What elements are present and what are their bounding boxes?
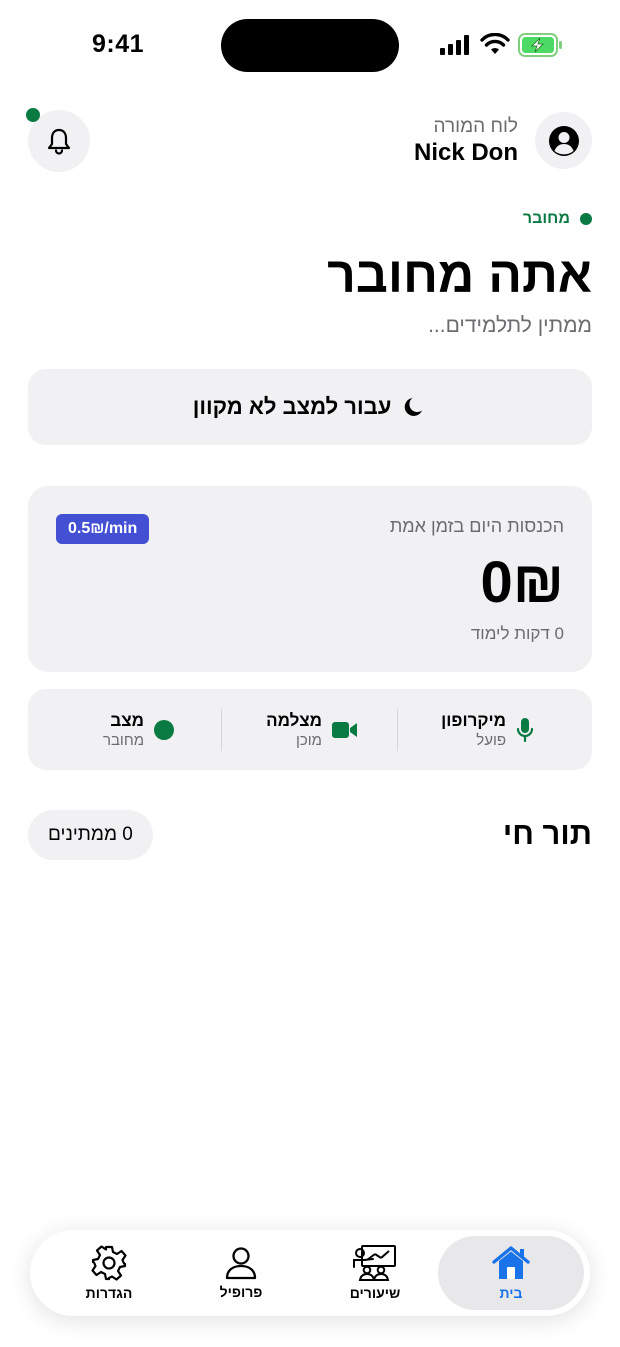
earnings-title: הכנסות היום בזמן אמת (389, 516, 564, 536)
rate-badge: 0.5₪/min (56, 514, 150, 544)
classroom-icon (353, 1245, 396, 1281)
device-state: מחובר (102, 731, 144, 749)
waiting-count-badge: 0 ממתינים (28, 810, 153, 860)
header-text: לוח המורה Nick Don (414, 116, 518, 168)
nav-settings[interactable]: הגדרות (42, 1236, 176, 1310)
nav-label: הגדרות (85, 1285, 133, 1301)
nav-profile[interactable]: פרופיל (174, 1236, 308, 1310)
device-status: מצב מחובר (103, 689, 174, 770)
nav-label: פרופיל (219, 1284, 263, 1300)
waiting-text: ממתין לתלמידים... (428, 314, 592, 337)
notification-dot (26, 108, 40, 122)
battery-charging-icon (518, 33, 562, 57)
status-time: 9:41 (92, 30, 145, 58)
device-camera: מצלמה מוכן (266, 689, 358, 770)
teaching-minutes: 0 דקות לימוד (470, 624, 564, 643)
nav-home[interactable]: בית (438, 1236, 584, 1310)
profile-avatar-button[interactable] (535, 112, 592, 169)
cellular-signal-icon (440, 35, 469, 55)
teacher-name: Nick Don (413, 139, 518, 166)
gear-icon (91, 1245, 127, 1281)
person-icon (225, 1247, 257, 1280)
device-name: מיקרופון (441, 710, 506, 730)
device-status-strip: מיקרופון פועל מצלמה מוכן מצב מחובר (28, 689, 592, 770)
online-dot-icon (580, 213, 592, 225)
nav-label: בית (499, 1285, 523, 1301)
connection-status: מחובר (523, 210, 592, 228)
status-dot-icon (154, 719, 174, 740)
page-title: אתה מחובר (327, 247, 592, 303)
device-state: פועל (476, 731, 506, 749)
dashboard-subtitle: לוח המורה (433, 116, 518, 137)
device-microphone: מיקרופון פועל (441, 689, 534, 770)
go-offline-button[interactable]: עבור למצב לא מקוון (28, 369, 592, 445)
go-offline-label: עבור למצב לא מקוון (192, 394, 392, 419)
user-circle-icon (548, 125, 579, 156)
connection-label: מחובר (522, 210, 570, 227)
home-icon (492, 1246, 530, 1279)
microphone-icon (516, 717, 534, 742)
status-bar: 9:41 (0, 0, 620, 92)
earnings-amount: 0₪ (480, 550, 564, 615)
nav-label: שיעורים (349, 1285, 401, 1301)
wifi-icon (480, 33, 510, 54)
device-name: מצב (110, 710, 144, 730)
divider (221, 709, 222, 751)
earnings-card: הכנסות היום בזמן אמת 0.5₪/min 0₪ 0 דקות … (28, 486, 592, 672)
divider (397, 709, 398, 751)
nav-lessons[interactable]: שיעורים (308, 1236, 442, 1310)
video-camera-icon (332, 721, 357, 738)
device-state: מוכן (296, 731, 322, 749)
live-queue-title: תור חי (502, 816, 592, 851)
device-name: מצלמה (266, 710, 322, 730)
bottom-nav: בית שיעורים פרופיל הגדרות (30, 1230, 590, 1316)
bell-icon (47, 128, 71, 155)
dynamic-island (221, 19, 399, 72)
moon-icon (405, 398, 423, 416)
